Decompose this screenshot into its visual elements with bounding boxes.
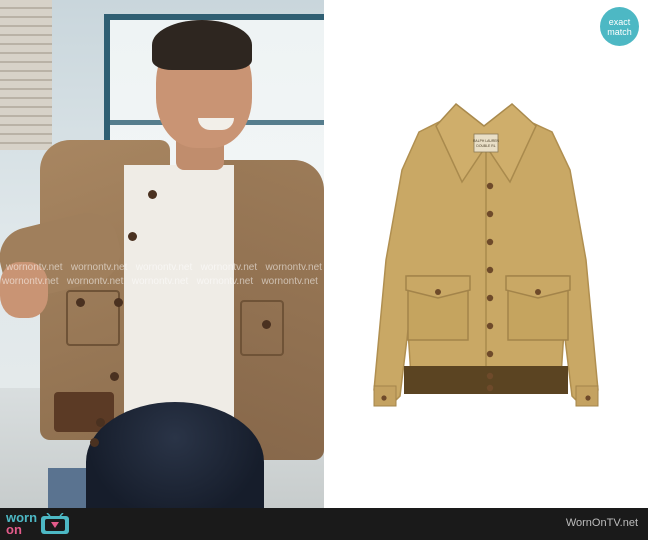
rib-hem [404, 366, 568, 394]
brand-label-line: RALPH LAUREN [473, 139, 500, 143]
logo-on: on [6, 522, 22, 537]
jacket-button [262, 320, 271, 329]
product-panel: RALPH LAUREN DOUBLE RL [324, 0, 648, 508]
jacket-button [76, 298, 85, 307]
exact-match-badge: exact match [600, 7, 639, 46]
jacket-button [486, 294, 494, 302]
badge-line-1: exact [608, 16, 631, 27]
pocket-button [435, 289, 441, 295]
jacket-button [486, 266, 494, 274]
jacket-button [486, 384, 494, 392]
brand-label-line: DOUBLE RL [476, 144, 495, 148]
watermark-row: wornontv.net wornontv.net wornontv.net w… [2, 276, 318, 287]
tv-icon [41, 513, 70, 534]
jacket-button [114, 298, 123, 307]
jacket-product-image[interactable]: RALPH LAUREN DOUBLE RL [324, 0, 648, 508]
jacket-pocket [66, 290, 120, 346]
jacket-button [486, 238, 494, 246]
jacket-button [148, 190, 157, 199]
footer-bar: worn on WornOnTV.net [0, 508, 648, 540]
jacket-button [486, 210, 494, 218]
jacket-button [96, 418, 105, 427]
scene-photo: wornontv.net wornontv.net wornontv.net w… [0, 0, 324, 508]
badge-line-2: match [607, 26, 632, 37]
wornontv-logo[interactable]: worn on [6, 510, 70, 538]
jacket-button [486, 182, 494, 190]
jacket-button [486, 372, 494, 380]
jacket-button [486, 322, 494, 330]
brand-label [473, 133, 499, 153]
pocket-button [535, 289, 541, 295]
cuff-button [585, 395, 591, 401]
actor-hair [152, 20, 252, 70]
watermark-row: wornontv.net wornontv.net wornontv.net w… [6, 262, 322, 273]
jacket-pocket [240, 300, 284, 356]
jacket-button [110, 372, 119, 381]
window-blinds [0, 0, 52, 150]
cuff-button [381, 395, 387, 401]
site-url[interactable]: WornOnTV.net [566, 517, 638, 529]
jacket-button [128, 232, 137, 241]
jacket-button [486, 350, 494, 358]
jacket-button [90, 438, 99, 447]
